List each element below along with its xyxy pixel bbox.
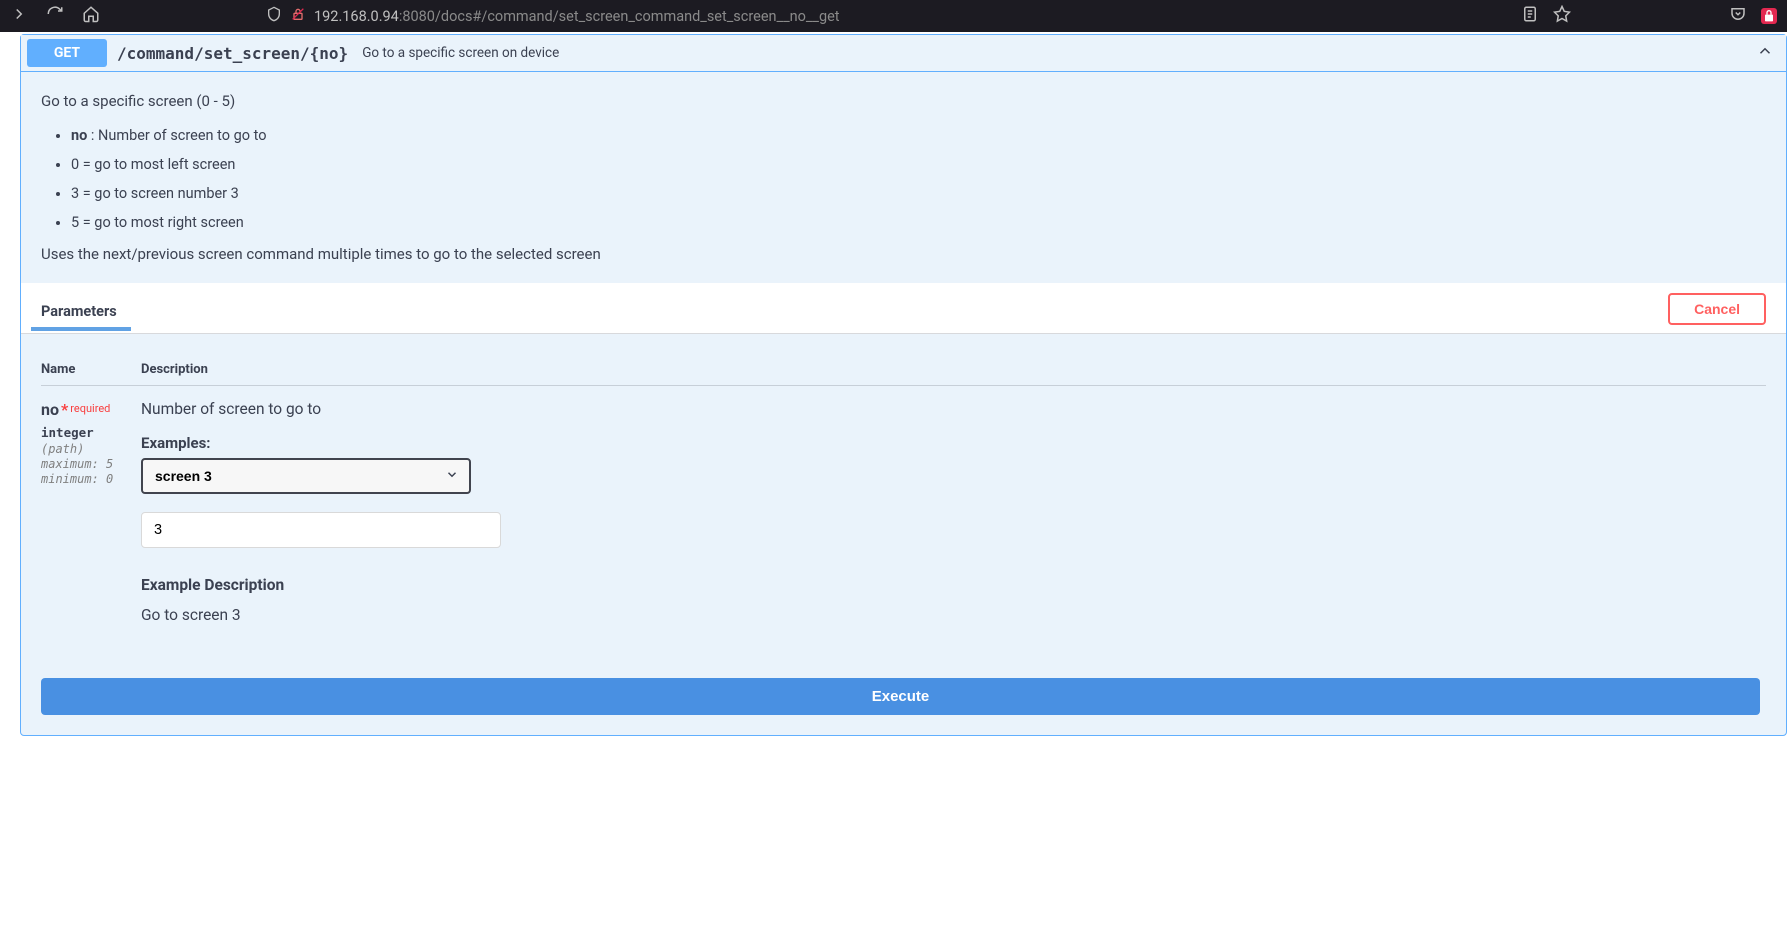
browser-toolbar: 192.168.0.94:8080/docs#/command/set_scre… xyxy=(0,0,1787,32)
list-item: 3 = go to screen number 3 xyxy=(71,185,1766,202)
reload-icon[interactable] xyxy=(46,5,64,27)
insecure-lock-icon[interactable] xyxy=(290,6,306,26)
required-label: required xyxy=(70,402,110,415)
column-name: Name xyxy=(41,362,141,377)
list-item: 5 = go to most right screen xyxy=(71,214,1766,231)
http-method-badge: GET xyxy=(27,39,107,67)
operation-summary-text: Go to a specific screen on device xyxy=(362,45,559,61)
bookmark-star-icon[interactable] xyxy=(1553,5,1571,27)
description-intro: Go to a specific screen (0 - 5) xyxy=(41,90,1766,113)
list-item: no : Number of screen to go to xyxy=(71,127,1766,144)
param-maximum: maximum: 5 xyxy=(41,457,141,471)
param-in: (path) xyxy=(41,442,141,456)
security-badge-icon[interactable] xyxy=(1761,8,1777,24)
operation-path: /command/set_screen/{no} xyxy=(117,44,348,63)
url-text[interactable]: 192.168.0.94:8080/docs#/command/set_scre… xyxy=(314,8,840,25)
reader-mode-icon[interactable] xyxy=(1521,5,1539,27)
param-description: Number of screen to go to xyxy=(141,400,1766,418)
url-path: /docs#/command/set_screen_command_set_sc… xyxy=(435,8,840,25)
description-sub: Uses the next/previous screen command mu… xyxy=(41,245,1766,263)
shield-icon[interactable] xyxy=(266,6,282,26)
example-description: Go to screen 3 xyxy=(141,606,1766,624)
param-minimum: minimum: 0 xyxy=(41,472,141,486)
required-star: * xyxy=(61,400,68,419)
description-list: no : Number of screen to go to 0 = go to… xyxy=(71,127,1766,231)
list-item: 0 = go to most left screen xyxy=(71,156,1766,173)
param-value-input[interactable] xyxy=(141,512,501,548)
cancel-button[interactable]: Cancel xyxy=(1668,293,1766,325)
execute-button[interactable]: Execute xyxy=(41,678,1760,715)
column-description: Description xyxy=(141,362,208,377)
parameters-header: Parameters Cancel xyxy=(21,283,1786,334)
operation-block: GET /command/set_screen/{no} Go to a spe… xyxy=(20,34,1787,736)
examples-label: Examples: xyxy=(141,434,1766,452)
pocket-icon[interactable] xyxy=(1729,5,1747,27)
tab-parameters[interactable]: Parameters xyxy=(41,295,117,330)
forward-icon[interactable] xyxy=(10,5,28,27)
example-description-label: Example Description xyxy=(141,576,1766,594)
url-host: 192.168.0.94 xyxy=(314,8,399,25)
param-type: integer xyxy=(41,425,141,440)
examples-select[interactable]: screen 3 xyxy=(141,458,471,494)
operation-summary[interactable]: GET /command/set_screen/{no} Go to a spe… xyxy=(21,35,1786,72)
param-name: no xyxy=(41,400,59,419)
chevron-up-icon[interactable] xyxy=(1756,42,1774,64)
table-row: no*required integer (path) maximum: 5 mi… xyxy=(41,386,1766,638)
url-port: :8080 xyxy=(399,8,435,25)
home-icon[interactable] xyxy=(82,5,100,27)
param-table-header: Name Description xyxy=(41,352,1766,386)
